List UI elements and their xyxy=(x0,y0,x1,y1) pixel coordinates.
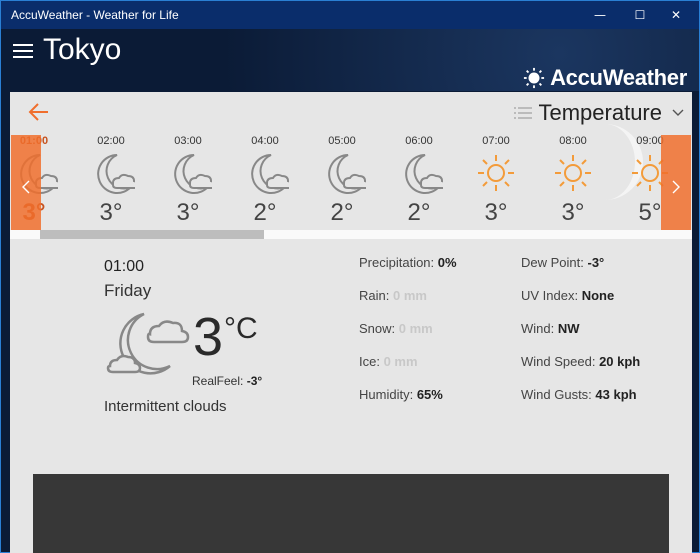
hour-item[interactable]: 02:00 3° xyxy=(73,132,149,227)
stat-label: Wind: xyxy=(521,321,555,336)
chevron-left-icon xyxy=(22,180,30,194)
stat-value: 65% xyxy=(416,387,443,402)
chevron-down-icon xyxy=(672,109,684,116)
back-arrow-icon[interactable] xyxy=(28,102,50,122)
hour-time: 05:00 xyxy=(328,135,356,147)
hour-item[interactable]: 07:00 3° xyxy=(458,132,534,227)
scroll-right-button[interactable] xyxy=(661,135,691,239)
city-name: Tokyo xyxy=(43,33,122,66)
hour-time: 07:00 xyxy=(482,135,510,147)
app-header: Tokyo AccuWeather xyxy=(1,29,699,91)
hourly-panel: Temperature 01:003°02:003°03:003°04:002°… xyxy=(10,92,692,553)
hour-temp: 2° xyxy=(253,199,277,226)
stat-value: 0 mm xyxy=(383,354,418,369)
stat-label: Dew Point: xyxy=(521,255,584,270)
brand-name: AccuWeather xyxy=(550,65,687,90)
realfeel-value: -3° xyxy=(246,374,263,388)
stat-label: UV Index: xyxy=(521,288,579,303)
stat-value: NW xyxy=(557,321,580,336)
hour-item[interactable]: 04:00 2° xyxy=(227,132,303,227)
stat-row: Dew Point: -3° xyxy=(521,255,604,270)
realfeel: RealFeel: -3° xyxy=(192,374,262,388)
hamburger-menu-icon[interactable] xyxy=(13,44,33,58)
hour-item[interactable]: 08:00 3° xyxy=(535,132,611,227)
stat-row: Ice: 0 mm xyxy=(359,354,418,369)
detail-day: Friday xyxy=(104,281,152,300)
hour-item[interactable]: 06:00 2° xyxy=(381,132,457,227)
stat-label: Snow: xyxy=(359,321,396,336)
hourly-scrollbar[interactable] xyxy=(10,230,692,239)
stat-value: 0% xyxy=(437,255,457,270)
brand-logo: AccuWeather xyxy=(523,65,687,91)
stat-row: Snow: 0 mm xyxy=(359,321,433,336)
detail-temperature: 3 xyxy=(193,307,224,367)
accuweather-sun-icon xyxy=(524,67,545,89)
stat-row: Wind Gusts: 43 kph xyxy=(521,387,637,402)
hour-temp: 3° xyxy=(561,199,585,226)
scroll-left-button[interactable] xyxy=(11,135,41,239)
chevron-right-icon xyxy=(672,180,680,194)
stat-label: Precipitation: xyxy=(359,255,435,270)
stat-label: Ice: xyxy=(359,354,380,369)
weather-description: Intermittent clouds xyxy=(104,398,227,415)
moon-cloud-icon xyxy=(97,154,135,194)
stat-value: 0 mm xyxy=(398,321,433,336)
hour-temp: 2° xyxy=(407,199,431,226)
stat-row: Humidity: 65% xyxy=(359,387,443,402)
hour-temp: 2° xyxy=(330,199,354,226)
window-title: AccuWeather - Weather for Life xyxy=(11,8,179,22)
scrollbar-thumb[interactable] xyxy=(40,230,264,239)
hour-time: 04:00 xyxy=(251,135,279,147)
stat-value: None xyxy=(581,288,615,303)
moon-cloud-icon xyxy=(328,154,366,194)
sun-icon xyxy=(555,155,591,191)
realfeel-label: RealFeel: xyxy=(192,374,244,388)
hour-time: 06:00 xyxy=(405,135,433,147)
app-window: AccuWeather - Weather for Life — ☐ ✕ Tok… xyxy=(0,0,700,553)
hour-temp: 3° xyxy=(176,199,200,226)
stat-value: 0 mm xyxy=(392,288,427,303)
hourly-strip: 01:003°02:003°03:003°04:002°05:002°06:00… xyxy=(10,132,692,242)
hour-time: 02:00 xyxy=(97,135,125,147)
stat-value: 43 kph xyxy=(595,387,637,402)
stat-label: Wind Gusts: xyxy=(521,387,592,402)
stat-row: Rain: 0 mm xyxy=(359,288,427,303)
ad-placeholder xyxy=(33,474,669,553)
moon-cloud-icon xyxy=(106,312,190,375)
hour-temp: 3° xyxy=(99,199,123,226)
detail-unit: °C xyxy=(224,312,258,345)
moon-cloud-icon xyxy=(251,154,289,194)
list-icon xyxy=(514,107,533,119)
moon-cloud-icon xyxy=(405,154,443,194)
stat-value: -3° xyxy=(587,255,605,270)
moon-cloud-icon xyxy=(174,154,212,194)
stat-row: Wind Speed: 20 kph xyxy=(521,354,640,369)
hour-temp: 3° xyxy=(484,199,508,226)
stat-row: Wind: NW xyxy=(521,321,580,336)
hour-time: 03:00 xyxy=(174,135,202,147)
stat-value: 20 kph xyxy=(599,354,641,369)
sun-icon xyxy=(478,155,514,191)
stat-label: Wind Speed: xyxy=(521,354,596,369)
stat-label: Humidity: xyxy=(359,387,414,402)
hour-time: 08:00 xyxy=(559,135,587,147)
close-button[interactable]: ✕ xyxy=(653,1,699,29)
detail-time: 01:00 xyxy=(104,258,145,275)
hour-item[interactable]: 05:00 2° xyxy=(304,132,380,227)
stat-label: Rain: xyxy=(359,288,390,303)
stat-row: Precipitation: 0% xyxy=(359,255,457,270)
hour-item[interactable]: 03:00 3° xyxy=(150,132,226,227)
hour-detail: 01:00 Friday 3 °C RealFeel: -3° Intermit… xyxy=(10,250,692,470)
stat-row: UV Index: None xyxy=(521,288,614,303)
title-bar: AccuWeather - Weather for Life — ☐ ✕ xyxy=(1,1,699,29)
